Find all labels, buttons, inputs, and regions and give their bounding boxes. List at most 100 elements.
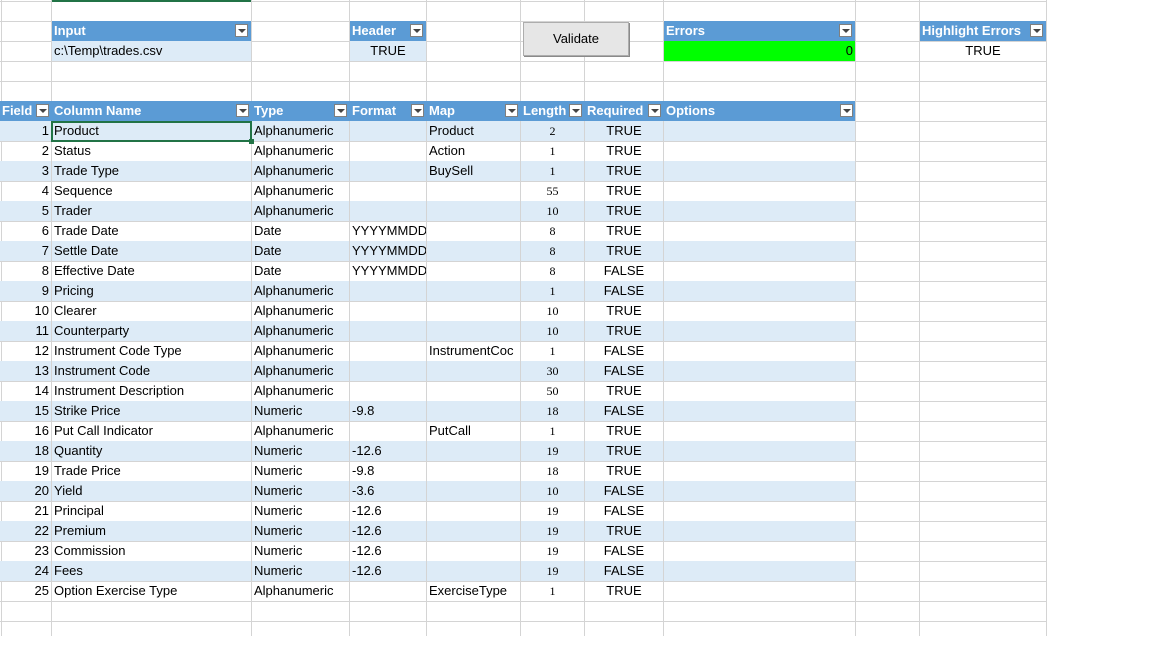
table-cell-name[interactable]: Commission	[52, 541, 251, 561]
table-cell-type[interactable]: Numeric	[252, 501, 349, 521]
table-cell-name[interactable]: Settle Date	[52, 241, 251, 261]
table-cell-map[interactable]	[427, 261, 520, 281]
table-cell-name[interactable]: Product	[52, 121, 251, 141]
table-cell-format[interactable]: -9.8	[350, 461, 426, 481]
input-filter-dropdown-icon[interactable]	[235, 24, 248, 37]
table-cell-map[interactable]	[427, 361, 520, 381]
table-cell-map[interactable]	[427, 561, 520, 581]
table-cell-required[interactable]: FALSE	[585, 341, 663, 361]
table-cell-length[interactable]: 18	[521, 461, 584, 481]
table-cell-field[interactable]: 14	[0, 381, 51, 401]
table-cell-format[interactable]	[350, 281, 426, 301]
table-cell-map[interactable]	[427, 481, 520, 501]
table-cell-format[interactable]: -12.6	[350, 501, 426, 521]
table-cell-type[interactable]: Numeric	[252, 521, 349, 541]
col-options-filter-dropdown-icon[interactable]	[840, 104, 853, 117]
table-cell-name[interactable]: Principal	[52, 501, 251, 521]
table-cell-options[interactable]	[664, 241, 855, 261]
col-length-filter-dropdown-icon[interactable]	[569, 104, 582, 117]
table-cell-map[interactable]	[427, 441, 520, 461]
table-cell-required[interactable]: TRUE	[585, 521, 663, 541]
table-cell-options[interactable]	[664, 121, 855, 141]
table-cell-type[interactable]: Numeric	[252, 561, 349, 581]
table-cell-length[interactable]: 1	[521, 341, 584, 361]
table-cell-required[interactable]: TRUE	[585, 141, 663, 161]
table-cell-map[interactable]	[427, 221, 520, 241]
errors-filter-dropdown-icon[interactable]	[839, 24, 852, 37]
table-cell-type[interactable]: Numeric	[252, 441, 349, 461]
table-cell-options[interactable]	[664, 221, 855, 241]
table-cell-length[interactable]: 1	[521, 161, 584, 181]
table-cell-type[interactable]: Alphanumeric	[252, 341, 349, 361]
table-cell-format[interactable]: -9.8	[350, 401, 426, 421]
table-cell-format[interactable]: YYYYMMDD	[350, 221, 426, 241]
table-cell-field[interactable]: 12	[0, 341, 51, 361]
table-cell-format[interactable]	[350, 141, 426, 161]
table-cell-type[interactable]: Alphanumeric	[252, 321, 349, 341]
table-cell-format[interactable]	[350, 381, 426, 401]
table-cell-options[interactable]	[664, 461, 855, 481]
table-cell-options[interactable]	[664, 141, 855, 161]
table-cell-format[interactable]: -12.6	[350, 521, 426, 541]
table-cell-format[interactable]: -12.6	[350, 561, 426, 581]
table-cell-required[interactable]: FALSE	[585, 541, 663, 561]
table-cell-options[interactable]	[664, 341, 855, 361]
table-cell-options[interactable]	[664, 181, 855, 201]
table-cell-length[interactable]: 1	[521, 141, 584, 161]
table-cell-type[interactable]: Date	[252, 221, 349, 241]
table-cell-format[interactable]: -12.6	[350, 541, 426, 561]
table-cell-field[interactable]: 3	[0, 161, 51, 181]
table-cell-type[interactable]: Date	[252, 261, 349, 281]
table-cell-length[interactable]: 2	[521, 121, 584, 141]
table-cell-map[interactable]	[427, 501, 520, 521]
table-cell-format[interactable]	[350, 341, 426, 361]
table-cell-type[interactable]: Alphanumeric	[252, 361, 349, 381]
table-cell-map[interactable]	[427, 201, 520, 221]
table-cell-type[interactable]: Numeric	[252, 541, 349, 561]
table-cell-map[interactable]	[427, 381, 520, 401]
table-cell-format[interactable]	[350, 201, 426, 221]
table-cell-type[interactable]: Alphanumeric	[252, 381, 349, 401]
table-cell-map[interactable]	[427, 401, 520, 421]
table-cell-required[interactable]: FALSE	[585, 261, 663, 281]
table-cell-type[interactable]: Alphanumeric	[252, 121, 349, 141]
table-cell-options[interactable]	[664, 421, 855, 441]
table-cell-options[interactable]	[664, 321, 855, 341]
table-cell-format[interactable]: YYYYMMDD	[350, 241, 426, 261]
table-cell-format[interactable]	[350, 161, 426, 181]
table-cell-field[interactable]: 8	[0, 261, 51, 281]
table-cell-name[interactable]: Instrument Code	[52, 361, 251, 381]
table-cell-name[interactable]: Option Exercise Type	[52, 581, 251, 601]
table-cell-required[interactable]: TRUE	[585, 581, 663, 601]
table-cell-map[interactable]	[427, 541, 520, 561]
table-cell-name[interactable]: Put Call Indicator	[52, 421, 251, 441]
table-cell-length[interactable]: 19	[521, 441, 584, 461]
highlight-errors-value-cell[interactable]: TRUE	[920, 41, 1046, 61]
table-cell-field[interactable]: 15	[0, 401, 51, 421]
table-cell-options[interactable]	[664, 201, 855, 221]
table-cell-length[interactable]: 18	[521, 401, 584, 421]
table-cell-name[interactable]: Trade Type	[52, 161, 251, 181]
table-cell-field[interactable]: 16	[0, 421, 51, 441]
table-cell-name[interactable]: Trade Price	[52, 461, 251, 481]
table-cell-required[interactable]: FALSE	[585, 401, 663, 421]
highlight-errors-filter-dropdown-icon[interactable]	[1030, 24, 1043, 37]
table-cell-format[interactable]	[350, 181, 426, 201]
table-cell-options[interactable]	[664, 561, 855, 581]
table-cell-required[interactable]: FALSE	[585, 281, 663, 301]
table-cell-name[interactable]: Clearer	[52, 301, 251, 321]
table-cell-length[interactable]: 30	[521, 361, 584, 381]
table-cell-name[interactable]: Quantity	[52, 441, 251, 461]
table-cell-type[interactable]: Numeric	[252, 461, 349, 481]
table-cell-map[interactable]	[427, 321, 520, 341]
table-cell-length[interactable]: 1	[521, 581, 584, 601]
table-cell-format[interactable]	[350, 321, 426, 341]
table-cell-required[interactable]: TRUE	[585, 381, 663, 401]
col-column-name-filter-dropdown-icon[interactable]	[236, 104, 249, 117]
col-map-filter-dropdown-icon[interactable]	[505, 104, 518, 117]
table-cell-type[interactable]: Alphanumeric	[252, 581, 349, 601]
table-cell-map[interactable]	[427, 281, 520, 301]
col-format-filter-dropdown-icon[interactable]	[411, 104, 424, 117]
table-cell-format[interactable]: -12.6	[350, 441, 426, 461]
table-cell-field[interactable]: 7	[0, 241, 51, 261]
